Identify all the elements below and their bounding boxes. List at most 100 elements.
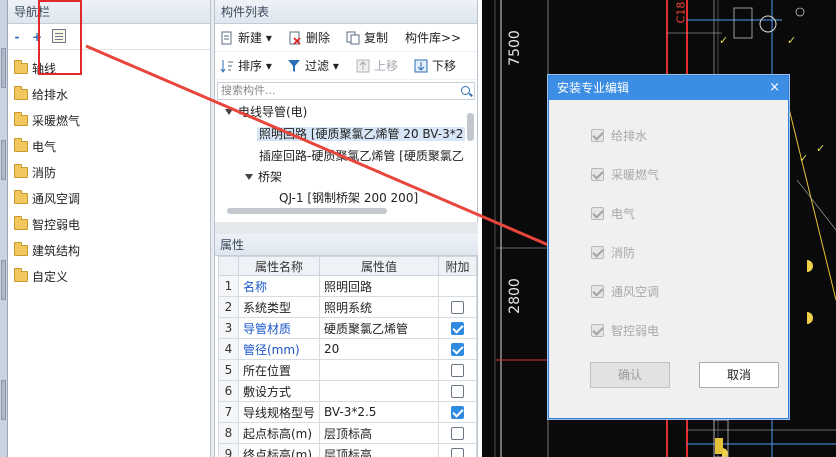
library-label: 构件库>> (405, 31, 462, 45)
property-row[interactable]: 7 导线规格型号 BV-3*2.5 (218, 401, 477, 423)
tree-item-tray-qj1[interactable]: QJ-1 [钢制桥架 200 200] (279, 188, 418, 208)
option-label: 采暖燃气 (611, 168, 660, 182)
option-fire[interactable]: 消防 (591, 243, 635, 263)
row-index: 1 (218, 275, 239, 297)
property-row[interactable]: 2 系统类型 照明系统 (218, 296, 477, 318)
nav-item-label: 给排水 (32, 88, 69, 102)
option-hvac[interactable]: 通风空调 (591, 282, 659, 302)
nav-item-fire[interactable]: 消防 (8, 160, 210, 186)
property-name: 名称 (238, 275, 320, 297)
arrow-up-icon (356, 59, 370, 73)
property-name: 系统类型 (238, 296, 320, 318)
extra-checkbox[interactable] (451, 364, 464, 377)
extra-checkbox[interactable] (451, 385, 464, 398)
move-down-button[interactable]: 下移 (414, 57, 456, 75)
tree-group-tray[interactable]: 桥架 (245, 167, 282, 187)
folder-icon (14, 190, 28, 204)
delete-button[interactable]: 删除 (288, 29, 330, 47)
property-row[interactable]: 5 所在位置 (218, 359, 477, 381)
dropdown-arrow-icon: ▾ (262, 59, 272, 73)
nav-item-water[interactable]: 给排水 (8, 82, 210, 108)
property-value[interactable]: 照明回路 (319, 275, 439, 297)
confirm-button[interactable]: 确认 (590, 362, 670, 388)
tree-vertical-scrollbar[interactable] (467, 113, 474, 141)
tree-group-conduit[interactable]: 电线导管(电) (225, 102, 307, 122)
tree-horizontal-scrollbar[interactable] (227, 208, 387, 214)
property-value[interactable]: 照明系统 (319, 296, 439, 318)
checkbox-icon[interactable] (591, 129, 604, 142)
nav-item-structure[interactable]: 建筑结构 (8, 238, 210, 264)
extra-checkbox[interactable] (451, 406, 464, 419)
checkbox-icon[interactable] (591, 324, 604, 337)
property-value[interactable] (319, 380, 439, 402)
extra-checkbox[interactable] (451, 448, 464, 457)
dock-tab[interactable] (1, 48, 6, 88)
copy-button[interactable]: 复制 (346, 29, 388, 47)
copy-label: 复制 (364, 31, 389, 45)
property-value[interactable]: 20 (319, 338, 439, 360)
expand-triangle-icon[interactable] (245, 174, 253, 180)
checkbox-icon[interactable] (591, 246, 604, 259)
dock-tab[interactable] (1, 140, 6, 180)
tree-item-label: 插座回路-硬质聚氯乙烯管 [硬质聚氯乙 (259, 149, 464, 163)
property-row[interactable]: 6 敷设方式 (218, 380, 477, 402)
close-icon[interactable]: × (769, 76, 780, 100)
folder-icon (14, 138, 28, 152)
folder-icon (14, 164, 28, 178)
library-button[interactable]: 构件库>> (387, 29, 461, 47)
property-row[interactable]: 8 起点标高(m) 层顶标高 (218, 422, 477, 444)
dock-tab[interactable] (1, 260, 6, 300)
tree-item-lighting-circuit[interactable]: 照明回路 [硬质聚氯乙烯管 20 BV-3*2 (257, 124, 466, 144)
nav-item-heating[interactable]: 采暖燃气 (8, 108, 210, 134)
option-weak-current[interactable]: 智控弱电 (591, 321, 659, 341)
option-heating[interactable]: 采暖燃气 (591, 165, 659, 185)
filter-button[interactable]: 过滤 ▾ (287, 57, 339, 75)
cancel-button[interactable]: 取消 (699, 362, 779, 388)
option-water[interactable]: 给排水 (591, 126, 647, 146)
property-extra (438, 317, 477, 339)
extra-checkbox[interactable] (451, 301, 464, 314)
row-index: 9 (218, 443, 239, 457)
option-electrical[interactable]: 电气 (591, 204, 635, 224)
nav-item-electrical[interactable]: 电气 (8, 134, 210, 160)
expand-triangle-icon[interactable] (225, 109, 233, 115)
svg-text:✓: ✓ (787, 34, 796, 47)
property-row[interactable]: 4 管径(mm) 20 (218, 338, 477, 360)
panel-divider[interactable] (215, 222, 478, 234)
property-name: 导管材质 (238, 317, 320, 339)
header-extra: 附加 (438, 256, 477, 276)
highlight-box (38, 0, 82, 75)
checkbox-icon[interactable] (591, 285, 604, 298)
folder-icon (14, 242, 28, 256)
tree-item-socket-circuit[interactable]: 插座回路-硬质聚氯乙烯管 [硬质聚氯乙 (259, 146, 464, 166)
extra-checkbox[interactable] (451, 322, 464, 335)
property-row[interactable]: 3 导管材质 硬质聚氯乙烯管 (218, 317, 477, 339)
extra-checkbox[interactable] (451, 427, 464, 440)
svg-text:✓: ✓ (719, 34, 728, 47)
folder-icon (14, 268, 28, 282)
property-value[interactable]: 层顶标高 (319, 422, 439, 444)
property-row[interactable]: 9 终点标高(m) 层顶标高 (218, 443, 477, 457)
property-extra (438, 275, 477, 297)
component-search-input[interactable]: 搜索构件... (217, 82, 475, 100)
property-value[interactable]: BV-3*2.5 (319, 401, 439, 423)
nav-item-custom[interactable]: 自定义 (8, 264, 210, 290)
new-button[interactable]: 新建 ▾ (220, 29, 272, 47)
search-icon[interactable] (461, 86, 470, 95)
nav-item-weak-current[interactable]: 智控弱电 (8, 212, 210, 238)
property-row[interactable]: 1 名称 照明回路 (218, 275, 477, 297)
copy-icon (346, 31, 360, 45)
sort-button[interactable]: 排序 ▾ (220, 57, 272, 75)
nav-item-hvac[interactable]: 通风空调 (8, 186, 210, 212)
property-value[interactable] (319, 359, 439, 381)
property-value[interactable]: 硬质聚氯乙烯管 (319, 317, 439, 339)
collapse-all-icon[interactable]: - (10, 30, 24, 44)
move-up-button[interactable]: 上移 (356, 57, 398, 75)
property-extra (438, 422, 477, 444)
property-value[interactable]: 层顶标高 (319, 443, 439, 457)
checkbox-icon[interactable] (591, 168, 604, 181)
header-name: 属性名称 (238, 256, 320, 276)
checkbox-icon[interactable] (591, 207, 604, 220)
extra-checkbox[interactable] (451, 343, 464, 356)
dock-tab[interactable] (1, 380, 6, 420)
